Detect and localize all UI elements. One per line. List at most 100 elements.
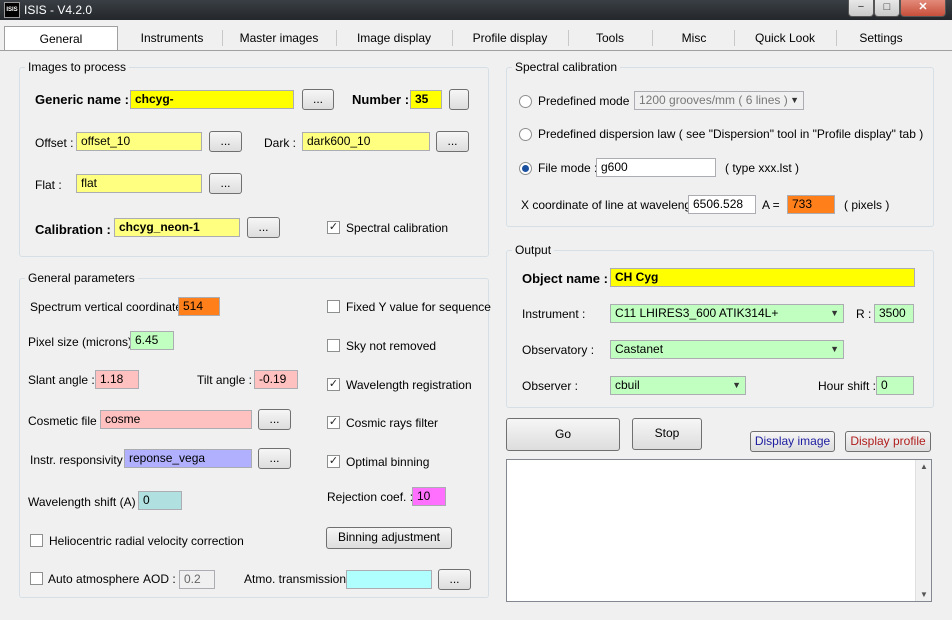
predefined-mode-value: 1200 grooves/mm ( 6 lines ) bbox=[639, 93, 788, 107]
auto-atmosphere-checkbox[interactable] bbox=[30, 572, 43, 585]
predefined-mode-select[interactable]: 1200 grooves/mm ( 6 lines ) ▼ bbox=[634, 91, 804, 110]
x-coordinate-label: X coordinate of line at wavelength bbox=[521, 198, 702, 212]
rejection-coef-field[interactable]: 10 bbox=[412, 487, 446, 506]
chevron-down-icon: ▼ bbox=[732, 380, 741, 390]
r-label: R : bbox=[856, 307, 872, 321]
dark-browse-button[interactable]: ... bbox=[436, 131, 469, 152]
binning-adjustment-button[interactable]: Binning adjustment bbox=[326, 527, 452, 549]
r-field[interactable]: 3500 bbox=[874, 304, 914, 323]
predefined-mode-label: Predefined mode bbox=[538, 94, 630, 108]
tab-divider bbox=[568, 30, 569, 46]
tab-general[interactable]: General bbox=[4, 26, 118, 51]
display-image-button[interactable]: Display image bbox=[750, 431, 835, 452]
output-group-title: Output bbox=[512, 243, 555, 257]
observatory-select[interactable]: Castanet ▼ bbox=[610, 340, 844, 359]
offset-browse-button[interactable]: ... bbox=[209, 131, 242, 152]
predefined-mode-radio[interactable] bbox=[519, 95, 532, 108]
generic-name-field[interactable]: chcyg- bbox=[130, 90, 294, 109]
observer-select[interactable]: cbuil ▼ bbox=[610, 376, 746, 395]
wavelength-shift-field[interactable]: 0 bbox=[138, 491, 182, 510]
log-output[interactable]: ▲ ▼ bbox=[506, 459, 932, 602]
sky-not-removed-checkbox[interactable] bbox=[327, 339, 340, 352]
wavelength-registration-checkbox[interactable]: ✓ bbox=[327, 378, 340, 391]
heliocentric-checkbox[interactable] bbox=[30, 534, 43, 547]
chevron-down-icon: ▼ bbox=[790, 95, 799, 105]
predefined-dispersion-radio[interactable] bbox=[519, 128, 532, 141]
tab-master-images[interactable]: Master images bbox=[226, 26, 332, 51]
observer-value: cbuil bbox=[615, 378, 640, 392]
tab-misc[interactable]: Misc bbox=[656, 26, 732, 51]
file-mode-label: File mode : bbox=[538, 161, 598, 175]
generic-name-browse-button[interactable]: ... bbox=[302, 89, 334, 110]
spectral-calibration-checkbox[interactable]: ✓ bbox=[327, 221, 340, 234]
file-mode-radio[interactable] bbox=[519, 162, 532, 175]
file-type-hint: ( type xxx.lst ) bbox=[725, 161, 800, 175]
cosmic-rays-label: Cosmic rays filter bbox=[346, 416, 439, 430]
angstrom-equals-label: A = bbox=[762, 198, 780, 212]
auto-atmosphere-label: Auto atmosphere bbox=[48, 572, 140, 586]
optimal-binning-label: Optimal binning bbox=[346, 455, 430, 469]
maximize-button[interactable]: □ bbox=[874, 0, 900, 17]
instrument-value: C11 LHIRES3_600 ATIK314L+ bbox=[615, 306, 779, 320]
spectrum-vertical-label: Spectrum vertical coordinate : bbox=[30, 300, 189, 314]
calibration-browse-button[interactable]: ... bbox=[247, 217, 280, 238]
pixel-size-field[interactable]: 6.45 bbox=[130, 331, 174, 350]
tab-tools[interactable]: Tools bbox=[572, 26, 648, 51]
dark-field[interactable]: dark600_10 bbox=[302, 132, 430, 151]
optimal-binning-checkbox[interactable]: ✓ bbox=[327, 455, 340, 468]
title-bar: ISIS ISIS - V4.2.0 − □ ✕ bbox=[0, 0, 952, 20]
go-button[interactable]: Go bbox=[506, 418, 620, 451]
heliocentric-label: Heliocentric radial velocity correction bbox=[49, 534, 244, 548]
tab-settings[interactable]: Settings bbox=[840, 26, 922, 51]
cosmetic-file-label: Cosmetic file : bbox=[28, 414, 104, 428]
fixed-y-checkbox[interactable] bbox=[327, 300, 340, 313]
tilt-angle-field[interactable]: -0.19 bbox=[254, 370, 298, 389]
wavelength-field[interactable]: 6506.528 bbox=[688, 195, 756, 214]
wavelength-registration-label: Wavelength registration bbox=[346, 378, 472, 392]
general-group-title: General parameters bbox=[25, 271, 138, 285]
atmo-browse-button[interactable]: ... bbox=[438, 569, 471, 590]
scroll-up-icon[interactable]: ▲ bbox=[916, 462, 932, 471]
flat-field[interactable]: flat bbox=[76, 174, 202, 193]
atmo-transmission-field[interactable] bbox=[346, 570, 432, 589]
wavelength-shift-label: Wavelength shift (A) : bbox=[28, 495, 143, 509]
tilt-angle-label: Tilt angle : bbox=[197, 373, 252, 387]
instrument-select[interactable]: C11 LHIRES3_600 ATIK314L+ ▼ bbox=[610, 304, 844, 323]
slant-angle-field[interactable]: 1.18 bbox=[95, 370, 139, 389]
scroll-down-icon[interactable]: ▼ bbox=[916, 590, 932, 599]
general-parameters-group bbox=[19, 278, 489, 598]
cosmetic-file-field[interactable]: cosme bbox=[100, 410, 252, 429]
tab-image-display[interactable]: Image display bbox=[340, 26, 448, 51]
spectrum-vertical-field[interactable]: 514 bbox=[178, 297, 220, 316]
tab-divider bbox=[836, 30, 837, 46]
log-scrollbar[interactable]: ▲ ▼ bbox=[915, 460, 931, 601]
minimize-button[interactable]: − bbox=[848, 0, 874, 17]
flat-browse-button[interactable]: ... bbox=[209, 173, 242, 194]
instr-responsivity-field[interactable]: reponse_vega bbox=[124, 449, 252, 468]
number-label: Number : bbox=[352, 92, 410, 107]
hour-shift-field[interactable]: 0 bbox=[876, 376, 914, 395]
stop-button[interactable]: Stop bbox=[632, 418, 702, 450]
cosmic-rays-checkbox[interactable]: ✓ bbox=[327, 416, 340, 429]
tab-quick-look[interactable]: Quick Look bbox=[738, 26, 832, 51]
number-button[interactable] bbox=[449, 89, 469, 110]
observer-label: Observer : bbox=[522, 379, 579, 393]
offset-field[interactable]: offset_10 bbox=[76, 132, 202, 151]
tab-profile-display[interactable]: Profile display bbox=[456, 26, 564, 51]
responsivity-browse-button[interactable]: ... bbox=[258, 448, 291, 469]
close-button[interactable]: ✕ bbox=[900, 0, 946, 17]
pixels-label: ( pixels ) bbox=[844, 198, 890, 212]
calibration-field[interactable]: chcyg_neon-1 bbox=[114, 218, 240, 237]
file-mode-field[interactable]: g600 bbox=[596, 158, 716, 177]
cosmetic-browse-button[interactable]: ... bbox=[258, 409, 291, 430]
aod-field[interactable]: 0.2 bbox=[179, 570, 215, 589]
instrument-label: Instrument : bbox=[522, 307, 586, 321]
generic-name-label: Generic name : bbox=[35, 92, 129, 107]
observatory-label: Observatory : bbox=[522, 343, 595, 357]
display-profile-button[interactable]: Display profile bbox=[845, 431, 931, 452]
chevron-down-icon: ▼ bbox=[830, 308, 839, 318]
tab-instruments[interactable]: Instruments bbox=[126, 26, 218, 51]
object-name-field[interactable]: CH Cyg bbox=[610, 268, 915, 287]
pixel-field[interactable]: 733 bbox=[787, 195, 835, 214]
number-field[interactable]: 35 bbox=[410, 90, 442, 109]
